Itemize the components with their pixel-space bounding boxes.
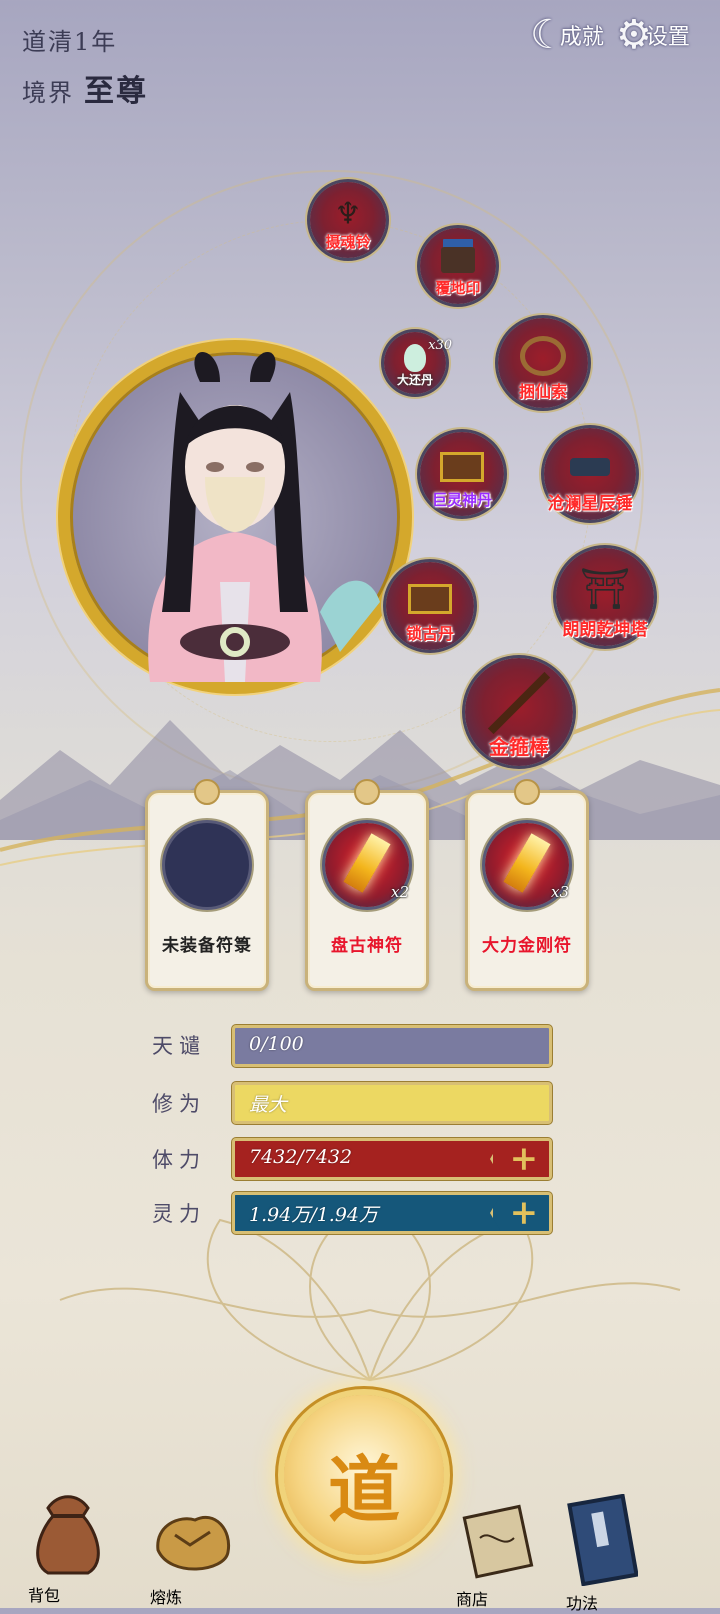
card-ornament [194,779,220,805]
talisman-disc: x2 [325,823,409,907]
empty-slot-disc [165,823,249,907]
talisman-count: x2 [390,883,409,901]
nav-shop-label: 商店 [456,1590,489,1609]
plus-icon: + [509,1138,539,1179]
talisman-slot[interactable]: x2 盘古神符 [305,779,429,991]
equipment-slot[interactable]: 金箍棒 [465,658,573,766]
achievements-button[interactable]: ☾ 成就 [530,10,604,60]
talisman-count: x3 [550,883,569,901]
xiuwei-bar: 最大 [232,1082,552,1124]
achievements-label: 成就 [559,25,604,50]
equipment-label: 锁古丹 [405,624,455,643]
equipment-label: 大还丹 [396,373,434,387]
realm-value: 至尊 [84,74,148,109]
bag-icon [36,1495,100,1575]
equipment-slot[interactable]: 捆仙索 [498,318,588,408]
talisman-name: 盘古神符 [331,936,403,956]
card-ornament [354,779,380,805]
character-figure [148,352,380,682]
seal-box-icon [441,246,475,273]
equipment-label: 捆仙索 [518,382,568,401]
pagoda-icon: ⛩ [579,566,631,613]
stat-label-tili: 体力 [152,1148,206,1172]
talisman-icon [343,833,391,894]
talisman-name: 大力金刚符 [482,936,572,956]
realm-row: 境界 至尊 [22,66,148,110]
nav-skills[interactable]: 功法 [566,1493,676,1613]
book-icon [567,1493,639,1587]
tianqian-value: 0/100 [249,1033,304,1055]
equipment-label: 摄魂铃 [325,233,371,251]
equipment-slot[interactable]: 沧澜星辰锤 [544,428,636,520]
settings-button[interactable]: ⚙ 设置 [616,10,690,60]
equipment-label: 金箍棒 [489,735,549,759]
lingli-bar: 1.94万/1.94万 + [232,1192,552,1234]
talisman-slot[interactable]: 未装备符箓 [145,779,269,991]
hammer-icon [570,457,610,476]
card-ornament [514,779,540,805]
nav-shop[interactable]: 商店 [456,1498,566,1609]
settings-label: 设置 [645,25,690,50]
treasure-chest-icon [408,583,452,614]
stat-label-tianqian: 天谴 [152,1034,206,1058]
nav-bag[interactable]: 背包 [28,1488,128,1605]
lingli-value: 1.94万/1.94万 [249,1204,379,1226]
tianqian-bar: 0/100 [232,1025,552,1067]
equipment-label: 巨灵神丹 [431,491,493,509]
nav-skills-label: 功法 [566,1594,599,1613]
moon-icon: ☾ [530,12,566,58]
equipment-label: 沧澜星辰锤 [547,494,633,514]
trident-icon: ♆ [334,196,362,232]
equipment-slot[interactable]: 巨灵神丹 [420,432,504,516]
treasure-chest-icon [440,452,484,483]
potion-icon [404,344,426,373]
nav-refine-label: 熔炼 [150,1588,183,1607]
talisman-name: 未装备符箓 [162,936,252,956]
equipment-slot[interactable]: 覆地印 [420,228,496,304]
rope-icon [520,335,566,376]
staff-icon [487,672,551,735]
lingli-add-button[interactable]: + [490,1195,549,1231]
tili-value: 7432/7432 [249,1146,353,1168]
equipment-slot[interactable]: x30 大还丹 [384,332,452,394]
nav-refine[interactable]: 熔炼 [150,1500,260,1607]
equipment-count: x30 [428,338,452,353]
dao-label: 道 [327,1447,400,1532]
equipment-slot[interactable]: ⛩ 朗朗乾坤塔 [556,548,654,646]
stat-label-xiuwei: 修为 [152,1092,206,1116]
era-label: 道清1年 [22,28,118,56]
equipment-slot[interactable]: ♆ 摄魂铃 [310,182,386,258]
scroll-map-icon [462,1504,534,1579]
equipment-slot[interactable]: 锁古丹 [386,562,474,650]
character-portrait[interactable] [58,340,412,694]
xiuwei-value: 最大 [249,1094,288,1116]
dao-button[interactable]: 道 [284,1395,444,1555]
plus-icon: + [509,1192,539,1233]
ore-icon [156,1515,231,1571]
talisman-icon [503,833,551,894]
talisman-disc: x3 [485,823,569,907]
nav-bag-label: 背包 [28,1586,61,1605]
equipment-label: 覆地印 [435,279,481,297]
tili-bar: 7432/7432 + [232,1138,552,1180]
realm-label: 境界 [22,79,74,107]
stat-label-lingli: 灵力 [152,1202,206,1226]
talisman-slot[interactable]: x3 大力金刚符 [465,779,589,991]
equipment-label: 朗朗乾坤塔 [562,620,648,640]
gear-icon: ⚙ [616,12,652,58]
tili-add-button[interactable]: + [490,1141,549,1177]
